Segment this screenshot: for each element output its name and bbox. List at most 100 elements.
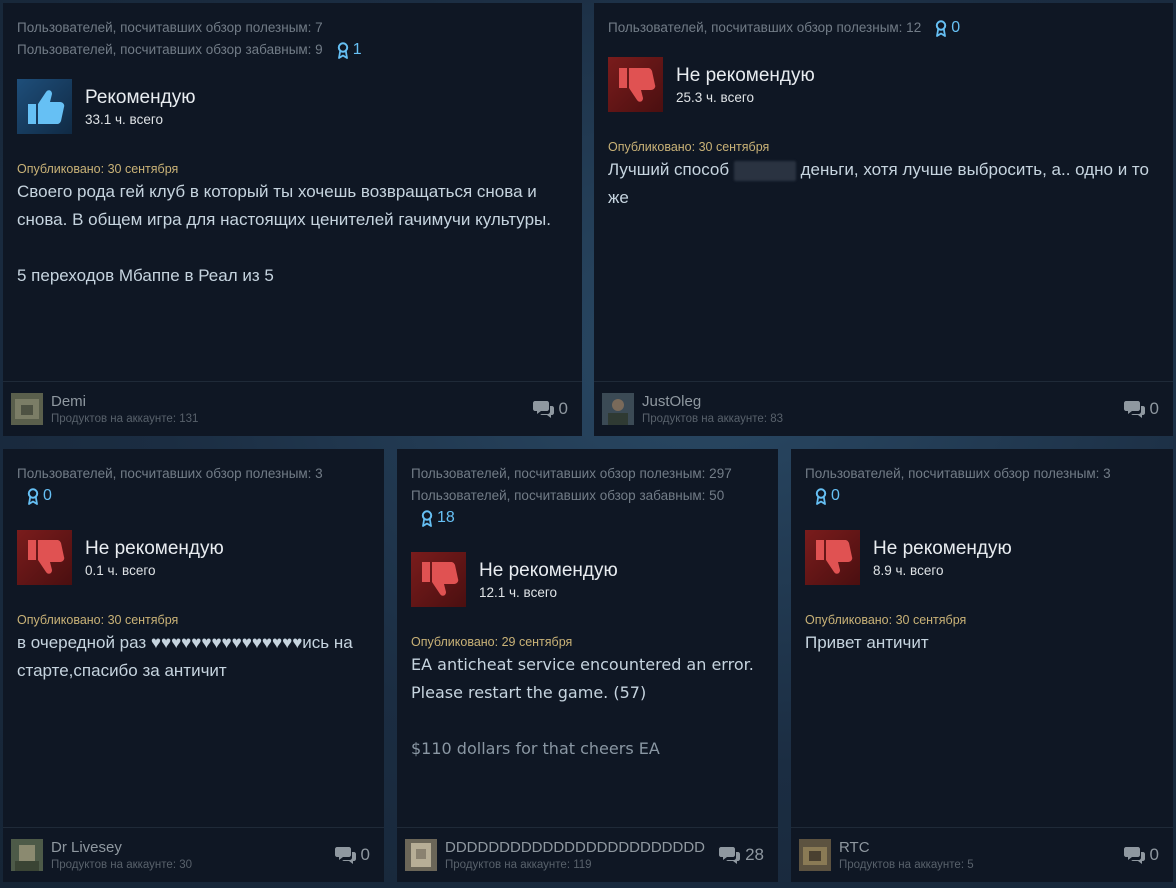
- review-text: Привет античит: [805, 632, 929, 652]
- comment-icon: [533, 399, 555, 419]
- award-icon: [27, 488, 39, 505]
- avatar[interactable]: [602, 393, 634, 425]
- posted-date: Опубликовано: 30 сентября: [17, 162, 179, 176]
- hours-played: 25.3 ч. всего: [676, 90, 754, 105]
- award-row: 18: [411, 507, 764, 534]
- review-card: Пользователей, посчитавших обзор полезны…: [791, 449, 1173, 882]
- award-count: 18: [437, 509, 455, 526]
- review-verdict: Не рекомендую 25.3 ч. всего: [608, 57, 1159, 112]
- comments-button[interactable]: 28: [719, 845, 764, 865]
- award-row: 0: [17, 485, 370, 512]
- verdict-title: Не рекомендую: [85, 537, 224, 559]
- award-count: 1: [352, 41, 362, 58]
- verdict-title: Не рекомендую: [676, 65, 815, 86]
- author-name[interactable]: Dr Livesey: [51, 839, 192, 857]
- review-card: Пользователей, посчитавших обзор полезны…: [3, 3, 582, 436]
- award-button[interactable]: 18: [421, 507, 455, 529]
- review-author: JustOleg Продуктов на аккаунте: 83 0: [594, 381, 1173, 436]
- author-name[interactable]: Demi: [51, 393, 198, 411]
- hours-played: 12.1 ч. всего: [479, 584, 557, 600]
- comment-icon: [1124, 845, 1146, 865]
- thumbs-up-icon: [17, 79, 72, 134]
- author-name[interactable]: DDDDDDDDDDDDDDDDDDDDDDDD: [445, 839, 705, 857]
- posted-date: Опубликовано: 29 сентября: [411, 634, 573, 649]
- review-author: Demi Продуктов на аккаунте: 131 0: [3, 381, 582, 436]
- comment-icon: [335, 845, 357, 865]
- author-products: Продуктов на аккаунте: 83: [642, 413, 783, 425]
- award-icon: [815, 488, 827, 505]
- comment-count: 28: [745, 845, 764, 864]
- helpful-count: Пользователей, посчитавших обзор полезны…: [17, 466, 323, 481]
- award-row: 0: [805, 485, 1159, 512]
- review-paragraph: EA anticheat service encountered an erro…: [411, 654, 754, 702]
- award-button[interactable]: 0: [27, 485, 52, 507]
- posted-date: Опубликовано: 30 сентября: [805, 612, 967, 627]
- hours-played: 8.9 ч. всего: [873, 562, 944, 578]
- comments-button[interactable]: 0: [335, 845, 370, 865]
- award-button[interactable]: 0: [935, 17, 960, 39]
- hours-played: 33.1 ч. всего: [85, 112, 163, 127]
- review-verdict: Не рекомендую 12.1 ч. всего: [411, 551, 764, 607]
- review-verdict: Не рекомендую 8.9 ч. всего: [805, 529, 1159, 585]
- author-products: Продуктов на аккаунте: 5: [839, 859, 974, 871]
- review-verdict: Рекомендую 33.1 ч. всего: [17, 79, 568, 134]
- review-text: в очередной раз ♥♥♥♥♥♥♥♥♥♥♥♥♥♥♥ись на ст…: [17, 632, 353, 680]
- verdict-title: Рекомендую: [85, 87, 196, 108]
- award-count: 0: [43, 487, 52, 504]
- spoiler-block[interactable]: [733, 160, 796, 181]
- funny-count: Пользователей, посчитавших обзор забавны…: [411, 488, 725, 503]
- avatar[interactable]: [11, 839, 43, 871]
- review-paragraph: Своего рода гей клуб в который ты хочешь…: [17, 182, 551, 229]
- thumbs-down-icon: [411, 551, 466, 607]
- review-text: Лучший способ деньги, хотя лучше выброси…: [608, 156, 1159, 212]
- review-text: EA anticheat service encountered an erro…: [411, 651, 764, 763]
- review-verdict: Не рекомендую 0.1 ч. всего: [17, 529, 370, 585]
- comment-count: 0: [1149, 399, 1159, 418]
- review-card: Пользователей, посчитавших обзор полезны…: [3, 449, 384, 882]
- verdict-title: Не рекомендую: [873, 537, 1012, 559]
- author-name[interactable]: JustOleg: [642, 393, 783, 411]
- award-count: 0: [831, 487, 840, 504]
- award-button[interactable]: 1: [337, 39, 362, 61]
- comment-count: 0: [558, 399, 568, 418]
- comment-icon: [719, 845, 741, 865]
- avatar[interactable]: [405, 839, 437, 871]
- review-author: DDDDDDDDDDDDDDDDDDDDDDDD Продуктов на ак…: [397, 827, 778, 882]
- posted-date: Опубликовано: 30 сентября: [17, 612, 179, 627]
- comments-button[interactable]: 0: [1124, 845, 1159, 865]
- helpful-count: Пользователей, посчитавших обзор полезны…: [805, 466, 1111, 481]
- thumbs-down-icon: [608, 57, 663, 112]
- award-icon: [337, 42, 349, 59]
- review-paragraph: $110 dollars for that cheers EA: [411, 738, 660, 758]
- thumbs-down-icon: [17, 529, 72, 585]
- author-products: Продуктов на аккаунте: 30: [51, 859, 192, 871]
- avatar[interactable]: [799, 839, 831, 871]
- review-author: RTC Продуктов на аккаунте: 5 0: [791, 827, 1173, 882]
- helpful-count: Пользователей, посчитавших обзор полезны…: [17, 20, 323, 35]
- funny-count-text: Пользователей, посчитавших обзор забавны…: [17, 42, 323, 57]
- helpful-count-text: Пользователей, посчитавших обзор полезны…: [608, 20, 922, 35]
- comments-button[interactable]: 0: [533, 399, 568, 419]
- comment-count: 0: [1149, 845, 1159, 864]
- review-card: Пользователей, посчитавших обзор полезны…: [594, 3, 1173, 436]
- comment-icon: [1124, 399, 1146, 419]
- review-card: Пользователей, посчитавших обзор полезны…: [397, 449, 778, 882]
- helpful-count: Пользователей, посчитавших обзор полезны…: [411, 466, 732, 481]
- avatar[interactable]: [11, 393, 43, 425]
- comment-count: 0: [360, 845, 370, 864]
- review-author: Dr Livesey Продуктов на аккаунте: 30 0: [3, 827, 384, 882]
- review-text-part: Лучший способ: [608, 160, 730, 179]
- verdict-title: Не рекомендую: [479, 559, 618, 581]
- award-count: 0: [951, 19, 961, 36]
- author-name[interactable]: RTC: [839, 839, 974, 857]
- review-text: Своего рода гей клуб в который ты хочешь…: [17, 178, 568, 290]
- posted-date: Опубликовано: 30 сентября: [608, 140, 770, 154]
- thumbs-down-icon: [805, 529, 860, 585]
- author-products: Продуктов на аккаунте: 119: [445, 859, 592, 871]
- award-button[interactable]: 0: [815, 485, 840, 507]
- author-products: Продуктов на аккаунте: 131: [51, 413, 199, 425]
- award-icon: [421, 510, 433, 527]
- hours-played: 0.1 ч. всего: [85, 562, 156, 578]
- comments-button[interactable]: 0: [1124, 399, 1159, 419]
- funny-count: Пользователей, посчитавших обзор забавны…: [17, 39, 568, 61]
